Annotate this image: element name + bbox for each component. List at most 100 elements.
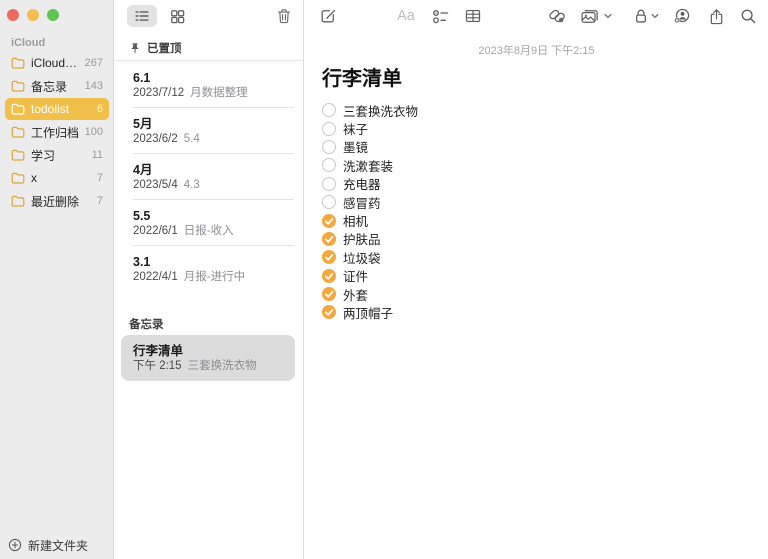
plus-circle-icon bbox=[8, 538, 22, 552]
checklist-item[interactable]: 洗漱套装 bbox=[322, 156, 768, 174]
sidebar-item-label: 学习 bbox=[31, 147, 92, 164]
list-item[interactable]: 3.1 2022/4/1月报-进行中 bbox=[115, 246, 303, 292]
list-item-selected[interactable]: 行李清单 下午 2:15三套换洗衣物 bbox=[121, 335, 295, 381]
checklist-item-label: 相机 bbox=[343, 211, 368, 230]
sidebar-item-label: iCloud… bbox=[31, 56, 85, 70]
checklist-item[interactable]: 两顶帽子 bbox=[322, 303, 768, 321]
note-item-time: 下午 2:15 bbox=[133, 360, 182, 372]
checkbox-circle[interactable] bbox=[322, 122, 336, 136]
checkbox-circle[interactable] bbox=[322, 158, 336, 172]
sidebar-item-work-archive[interactable]: 工作归档 100 bbox=[5, 121, 109, 143]
checkbox-circle[interactable] bbox=[322, 250, 336, 264]
pinned-section-header: 已置顶 bbox=[115, 40, 303, 56]
list-item[interactable]: 5月 2023/6/25.4 bbox=[115, 108, 303, 154]
checkbox-circle[interactable] bbox=[322, 195, 336, 209]
checklist-item[interactable]: 护肤品 bbox=[322, 230, 768, 248]
list-item[interactable]: 4月 2023/5/4 4.3 bbox=[115, 154, 303, 200]
note-count: 267 bbox=[85, 57, 103, 69]
pinned-header-label: 已置顶 bbox=[147, 40, 182, 56]
sidebar-item-notes[interactable]: 备忘录 143 bbox=[5, 75, 109, 97]
grid-view-icon bbox=[169, 8, 186, 25]
checklist-item[interactable]: 垃圾袋 bbox=[322, 248, 768, 266]
note-editor-pane: Aa bbox=[305, 0, 768, 559]
note-item-preview: 5.4 bbox=[184, 133, 200, 145]
list-item[interactable]: 5.5 2022/6/1 日报-收入 bbox=[115, 200, 303, 246]
note-item-date: 2022/4/1 bbox=[133, 271, 178, 283]
note-item-date: 2022/6/1 bbox=[133, 225, 178, 237]
sidebar-item-label: 最近删除 bbox=[31, 193, 97, 210]
sidebar-item-label: x bbox=[31, 171, 97, 185]
checkbox-circle[interactable] bbox=[322, 177, 336, 191]
notes-header-label: 备忘录 bbox=[129, 316, 164, 332]
note-item-date: 2023/5/4 bbox=[133, 179, 178, 191]
notes-list-column: 已置顶 6.1 2023/7/12月数据整理 5月 2023/6/25.4 4月… bbox=[115, 0, 304, 559]
notes-section-header: 备忘录 bbox=[115, 316, 303, 332]
note-count: 7 bbox=[97, 195, 103, 207]
checkbox-circle[interactable] bbox=[322, 269, 336, 283]
sidebar-item-todolist[interactable]: todolist 6 bbox=[5, 98, 109, 120]
note-title[interactable]: 行李清单 bbox=[322, 67, 768, 91]
folder-icon bbox=[11, 57, 25, 69]
trash-icon bbox=[275, 7, 293, 25]
folder-icon bbox=[11, 103, 25, 115]
note-item-title: 4月 bbox=[133, 162, 293, 178]
checkbox-circle[interactable] bbox=[322, 287, 336, 301]
checklist-item-label: 外套 bbox=[343, 285, 368, 304]
note-count: 11 bbox=[92, 149, 103, 161]
checklist-item-label: 洗漱套装 bbox=[343, 156, 393, 175]
sidebar-item-icloud[interactable]: iCloud… 267 bbox=[5, 52, 109, 74]
checklist-item[interactable]: 感冒药 bbox=[322, 193, 768, 211]
note-item-preview: 三套换洗衣物 bbox=[188, 360, 257, 372]
checklist-item-label: 袜子 bbox=[343, 119, 368, 138]
checklist-item[interactable]: 外套 bbox=[322, 285, 768, 303]
divider bbox=[115, 60, 303, 61]
checklist-item[interactable]: 充电器 bbox=[322, 175, 768, 193]
note-body[interactable]: 2023年8月9日 下午2:15 行李清单 三套换洗衣物 袜子 墨镜 洗漱套装 bbox=[305, 0, 768, 322]
checklist-item-label: 充电器 bbox=[343, 174, 381, 193]
pinned-notes-list: 6.1 2023/7/12月数据整理 5月 2023/6/25.4 4月 202… bbox=[115, 62, 303, 292]
checklist-item[interactable]: 三套换洗衣物 bbox=[322, 101, 768, 119]
folder-icon bbox=[11, 126, 25, 138]
sidebar-item-study[interactable]: 学习 11 bbox=[5, 144, 109, 166]
checklist-item-label: 墨镜 bbox=[343, 137, 368, 156]
folders-sidebar: iCloud iCloud… 267 备忘录 143 todolist 6 工作… bbox=[0, 0, 114, 559]
folder-icon bbox=[11, 172, 25, 184]
checklist-item[interactable]: 证件 bbox=[322, 267, 768, 285]
gallery-view-button[interactable] bbox=[162, 5, 192, 27]
checklist-item-label: 三套换洗衣物 bbox=[343, 101, 418, 120]
note-item-preview: 4.3 bbox=[184, 179, 200, 191]
note-item-title: 5.5 bbox=[133, 208, 293, 224]
sidebar-item-recently-deleted[interactable]: 最近删除 7 bbox=[5, 190, 109, 212]
note-item-title: 6.1 bbox=[133, 70, 293, 86]
folder-list: iCloud… 267 备忘录 143 todolist 6 工作归档 100 … bbox=[5, 52, 109, 213]
new-folder-button[interactable]: 新建文件夹 bbox=[0, 531, 113, 559]
list-item[interactable]: 6.1 2023/7/12月数据整理 bbox=[115, 62, 303, 108]
checkbox-circle[interactable] bbox=[322, 214, 336, 228]
folder-icon bbox=[11, 80, 25, 92]
sidebar-item-label: todolist bbox=[31, 102, 97, 116]
close-button[interactable] bbox=[7, 9, 19, 21]
checklist-item[interactable]: 相机 bbox=[322, 211, 768, 229]
checkbox-circle[interactable] bbox=[322, 305, 336, 319]
checkbox-circle[interactable] bbox=[322, 103, 336, 117]
zoom-button[interactable] bbox=[47, 9, 59, 21]
checkbox-circle[interactable] bbox=[322, 232, 336, 246]
minimize-button[interactable] bbox=[27, 9, 39, 21]
traffic-lights bbox=[7, 9, 59, 21]
list-view-button[interactable] bbox=[127, 5, 157, 27]
delete-note-button[interactable] bbox=[273, 5, 295, 27]
folder-icon bbox=[11, 149, 25, 161]
checkbox-circle[interactable] bbox=[322, 140, 336, 154]
checklist-item[interactable]: 墨镜 bbox=[322, 138, 768, 156]
sidebar-item-x[interactable]: x 7 bbox=[5, 167, 109, 189]
note-item-preview: 日报-收入 bbox=[184, 225, 234, 237]
note-count: 100 bbox=[85, 126, 103, 138]
sidebar-item-label: 备忘录 bbox=[31, 78, 85, 95]
checklist-item[interactable]: 袜子 bbox=[322, 119, 768, 137]
icloud-section-label: iCloud bbox=[11, 37, 45, 49]
note-item-title: 3.1 bbox=[133, 254, 293, 270]
checklist-item-label: 垃圾袋 bbox=[343, 248, 381, 267]
note-count: 7 bbox=[97, 172, 103, 184]
note-count: 143 bbox=[85, 80, 103, 92]
checklist-item-label: 感冒药 bbox=[343, 193, 381, 212]
